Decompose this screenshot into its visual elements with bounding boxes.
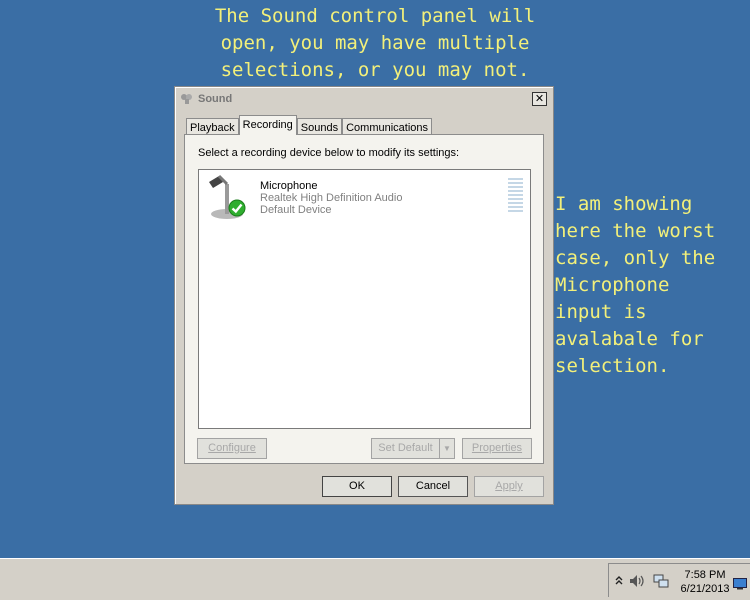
show-desktop-icon[interactable] [733, 575, 747, 590]
set-default-button[interactable]: Set Default [371, 438, 440, 459]
list-item-microphone[interactable]: Microphone Realtek High Definition Audio… [203, 172, 526, 222]
sound-app-icon [180, 93, 194, 105]
device-driver: Realtek High Definition Audio [260, 192, 403, 204]
configure-button[interactable]: Configure [197, 438, 267, 459]
title-bar[interactable]: Sound ✕ [177, 89, 551, 109]
microphone-icon [203, 172, 255, 222]
dialog-title: Sound [198, 93, 233, 105]
annotation-right: I am showing here the worst case, only t… [555, 193, 716, 377]
system-tray: 7:58 PM 6/21/2013 [608, 563, 750, 597]
tab-playback[interactable]: Playback [186, 118, 239, 135]
chevron-up-icon[interactable] [615, 574, 623, 588]
cancel-button[interactable]: Cancel [398, 476, 468, 497]
level-meter [508, 178, 523, 214]
set-default-dropdown-button[interactable]: ▼ [439, 438, 455, 459]
green-checkmark-icon [228, 199, 246, 217]
recording-panel: Select a recording device below to modif… [184, 134, 544, 464]
properties-button[interactable]: Properties [462, 438, 532, 459]
tab-sounds[interactable]: Sounds [296, 118, 343, 135]
speaker-icon[interactable] [629, 574, 647, 591]
instruction-text: Select a recording device below to modif… [198, 147, 460, 159]
device-name: Microphone [260, 180, 318, 192]
clock-time: 7:58 PM [684, 569, 726, 581]
taskbar: 7:58 PM 6/21/2013 [0, 558, 750, 600]
tab-communications[interactable]: Communications [342, 118, 433, 135]
ok-button[interactable]: OK [322, 476, 392, 497]
device-status: Default Device [260, 204, 332, 216]
apply-button[interactable]: Apply [474, 476, 544, 497]
tab-strip: Playback Recording Sounds Communications [186, 115, 433, 135]
sound-dialog: Sound ✕ Playback Recording Sounds Commun… [174, 86, 554, 505]
device-list[interactable]: Microphone Realtek High Definition Audio… [198, 169, 531, 429]
annotation-top: The Sound control panel will open, you m… [214, 5, 536, 81]
network-icon[interactable] [653, 574, 669, 592]
tab-recording[interactable]: Recording [238, 115, 297, 135]
clock-date: 6/21/2013 [680, 583, 730, 595]
close-button[interactable]: ✕ [532, 92, 547, 106]
clock[interactable]: 7:58 PM 6/21/2013 [675, 568, 735, 596]
